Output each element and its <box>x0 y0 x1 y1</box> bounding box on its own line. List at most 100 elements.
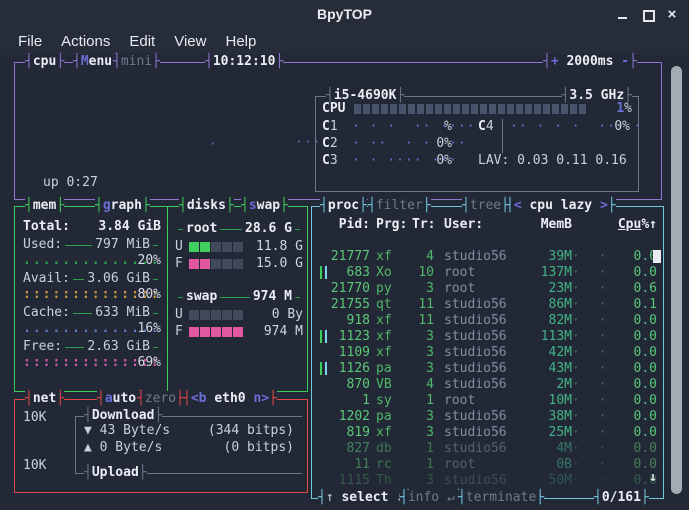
proc-cell-cpu: 0.0 <box>633 377 657 392</box>
proc-cell-prg: sy <box>376 393 392 408</box>
proc-cell-user: studio56 <box>444 377 507 392</box>
core-graph: · · · ·· ···· <box>352 119 476 134</box>
proc-cell-dots: · · · · <box>572 473 608 488</box>
column-user[interactable]: User: <box>444 217 528 233</box>
upload-speed: ▲ 0 Byte/s <box>84 440 163 455</box>
proc-cell-cpu: 0.0 <box>633 409 657 424</box>
process-row[interactable]: 1202 pa 3 studio56 38M· · · · 0.0 <box>318 409 657 425</box>
menu-view[interactable]: View <box>174 33 206 50</box>
proc-filter-button[interactable]: ┤filter├ <box>368 198 431 214</box>
proc-cell-user: studio56 <box>444 345 507 360</box>
menu-edit[interactable]: Edit <box>129 33 155 50</box>
disks-swap-toggle[interactable]: ┤swap├ <box>241 198 288 214</box>
download-label: ┤Download├ <box>84 408 163 424</box>
proc-info-button[interactable]: ┤info ↵├ <box>400 490 463 506</box>
proc-cell-pid: 870 <box>346 377 370 392</box>
net-box: ┤net├ ┤auto├ ┤zero├ ┤<b eth0 n>├ 10K 10K… <box>14 391 308 493</box>
proc-cell-dots: · · · · <box>572 313 608 328</box>
close-icon[interactable]: × <box>664 7 680 23</box>
proc-cell-dots: · · · · <box>572 441 608 456</box>
proc-cell-mem: 42M <box>548 345 572 360</box>
scroll-down-icon[interactable]: ↓ <box>649 470 657 486</box>
proc-cell-cpu: 0.1 <box>633 297 657 312</box>
proc-scrollbar-thumb[interactable] <box>653 250 661 263</box>
proc-cell-mem: 50M <box>548 473 572 488</box>
proc-tree-toggle[interactable]: ┤tree├ <box>462 198 509 214</box>
proc-cell-pid: 918 <box>346 313 370 328</box>
scrollbar[interactable] <box>671 66 682 494</box>
core-percent: 0% <box>436 153 452 168</box>
column-pid[interactable]: Pid: <box>318 217 370 233</box>
maximize-icon[interactable] <box>640 7 656 23</box>
core-percent: 0% <box>614 119 630 134</box>
proc-cell-mem: 113M <box>540 329 572 344</box>
minimize-icon[interactable] <box>615 7 631 23</box>
proc-cell-mem: 23M <box>548 281 572 296</box>
proc-cell-user: root <box>444 281 476 296</box>
proc-box: ┤proc├ ┤filter├ ┤tree├ ┤< cpu lazy >├ Pi… <box>311 198 664 506</box>
mem-graph-toggle[interactable]: ┤graph├ <box>95 198 150 214</box>
proc-cell-dots: · · · · <box>572 249 608 264</box>
menu-file[interactable]: File <box>18 33 42 50</box>
proc-cell-dots: · · · · <box>572 425 608 440</box>
process-row[interactable]: 21770 py 3 root 23M· · · · 0.6 <box>318 281 657 297</box>
process-row[interactable]: 1109 xf 3 studio56 42M· · · · 0.0 <box>318 345 657 361</box>
proc-selection-count: ┤0/161├ <box>594 490 649 506</box>
proc-cell-cpu: 0.0 <box>633 425 657 440</box>
proc-cell-mem: 43M <box>548 361 572 376</box>
process-row[interactable]: 21777 xf 4 studio56 39M· · · · 0.0 <box>318 249 661 265</box>
cpu-total-row: CPU <box>322 101 346 116</box>
process-row[interactable]: 918 xf 11 studio56 82M· · · · 0.0 <box>318 313 657 329</box>
cpu-box: ┤cpu├ ┤Menu├ ┤mini├ ┤10:12:10├ ┤+ 2000ms… <box>14 54 662 200</box>
process-row[interactable]: 1126pa3studio5643M· · · ·0.0 <box>318 361 657 377</box>
process-row[interactable]: 827 db 1 studio56 4M· · · · 0.0 <box>318 441 657 457</box>
process-row[interactable]: 1 sy 1 root 10M· · · · 0.0 <box>318 393 657 409</box>
net-interface-switcher[interactable]: ┤<b eth0 n>├ <box>183 391 277 407</box>
proc-cell-prg: rc <box>376 457 392 472</box>
proc-cell-user: studio56 <box>444 361 507 376</box>
proc-cell-tr: 3 <box>426 473 434 488</box>
proc-select-control[interactable]: ┤↑ select ↓├ <box>318 490 412 506</box>
proc-cell-user: studio56 <box>444 473 507 488</box>
proc-cell-user: studio56 <box>444 409 507 424</box>
proc-cell-dots: · · · · <box>572 457 608 472</box>
proc-cell-pid: 1115 <box>338 473 370 488</box>
proc-cell-cpu: 0.0 <box>633 441 657 456</box>
net-zero-toggle[interactable]: ┤zero├ <box>137 391 184 407</box>
process-row[interactable]: 11rc1root0B· · · ·0.0 <box>318 457 657 473</box>
proc-cell-dots: · · · · <box>572 409 608 424</box>
proc-cell-tr: 3 <box>426 281 434 296</box>
proc-terminate-button[interactable]: ┤terminate├ <box>458 490 545 506</box>
column-memb[interactable]: MemB <box>528 217 572 233</box>
proc-cell-user: studio56 <box>444 297 507 312</box>
proc-cell-tr: 10 <box>418 265 434 280</box>
process-row[interactable]: 819 xf 3 studio56 25M· · · · 0.0 <box>318 425 657 441</box>
proc-cell-user: studio56 <box>444 441 507 456</box>
proc-cell-cpu: 0.0 <box>633 361 657 376</box>
column-tr[interactable]: Tr: <box>412 217 434 233</box>
proc-cell-user: studio56 <box>444 425 507 440</box>
column-cpu[interactable]: Cpu%↑ <box>617 217 657 233</box>
column-prg[interactable]: Prg: <box>376 217 412 233</box>
process-row[interactable]: 1123xf3studio56113M· · · ·0.0 <box>318 329 657 345</box>
proc-cell-prg: xf <box>376 313 392 328</box>
menu-help[interactable]: Help <box>225 33 256 50</box>
proc-cell-mem: 82M <box>548 313 572 328</box>
proc-cell-mem: 0B <box>556 457 572 472</box>
proc-cell-cpu: 0.0 <box>633 265 657 280</box>
disk-name-row: swap 974 M <box>175 289 303 305</box>
disk-meter-row: U 11.8 G <box>175 239 303 254</box>
proc-cell-dots: · · · · <box>572 297 608 312</box>
proc-cell-mem: 10M <box>548 393 572 408</box>
refresh-rate-control[interactable]: ┤+ 2000ms -├ <box>543 54 637 70</box>
proc-cell-prg: pa <box>376 361 392 376</box>
mini-toggle[interactable]: ┤mini├ <box>113 54 160 70</box>
process-row[interactable]: 870 VB 4 studio56 2M· · · · 0.0 <box>318 377 657 393</box>
tree-branch-bars <box>320 330 328 343</box>
process-row[interactable]: 1115Th3studio5650M· · · ·0.0 <box>318 473 657 489</box>
proc-cell-mem: 86M <box>548 297 572 312</box>
menu-actions[interactable]: Actions <box>61 33 110 50</box>
proc-sort-selector[interactable]: ┤< cpu lazy >├ <box>506 198 616 214</box>
process-row[interactable]: 21755 qt 11 studio56 86M· · · · 0.1 <box>318 297 657 313</box>
process-row[interactable]: 683Xo10root137M· · · ·0.0 <box>318 265 657 281</box>
